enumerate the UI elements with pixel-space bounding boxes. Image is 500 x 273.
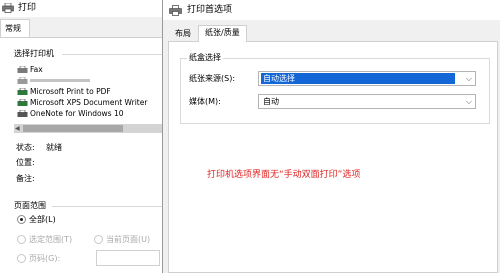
printer-icon xyxy=(169,5,182,16)
fax-printer-icon xyxy=(17,66,28,73)
tab-general[interactable]: 常规 xyxy=(0,19,30,38)
pages-input[interactable] xyxy=(96,250,160,266)
printer-name: Fax xyxy=(30,65,43,74)
printer-list[interactable]: Fax Microsoft Print to PDF Microsoft XPS… xyxy=(14,64,164,122)
printer-list-scrollbar[interactable]: ◀ xyxy=(14,124,164,133)
range-selection-label: 选定范围(T) xyxy=(29,235,73,244)
range-pages-radio[interactable] xyxy=(17,254,26,263)
paper-source-select[interactable]: 自动选择 ⌵ xyxy=(258,71,476,86)
location-label: 位置: xyxy=(16,158,35,167)
preferences-body: 布局 纸盒选择 纸张来源(S): 自动选择 ⌵ 媒体(M): 自动 ⌵ 打印机选… xyxy=(163,20,500,273)
range-all-radio[interactable] xyxy=(17,215,26,224)
printer-name: Microsoft Print to PDF xyxy=(30,87,111,96)
range-current-radio[interactable] xyxy=(94,235,103,244)
range-pages-label: 页码(G): xyxy=(29,254,61,263)
printer-icon xyxy=(17,88,28,95)
chevron-down-icon: ⌵ xyxy=(465,97,472,106)
range-all-label: 全部(L) xyxy=(29,215,56,224)
media-label: 媒体(M): xyxy=(189,97,221,106)
paper-quality-panel: 纸盒选择 纸张来源(S): 自动选择 ⌵ 媒体(M): 自动 ⌵ 打印机选项界面… xyxy=(168,41,498,273)
printer-item[interactable] xyxy=(14,75,164,86)
group-divider xyxy=(62,54,165,55)
print-titlebar: 打印 xyxy=(0,0,165,17)
print-window-title: 打印 xyxy=(18,3,37,13)
tab-layout[interactable]: 布局 xyxy=(169,27,197,42)
page-range-label: 页面范围 xyxy=(14,201,46,210)
paper-source-label: 纸张来源(S): xyxy=(189,74,236,83)
printer-icon xyxy=(2,3,14,13)
redacted-printer-name xyxy=(30,79,90,82)
printer-name: OneNote for Windows 10 xyxy=(30,109,124,118)
status-label: 状态: xyxy=(16,143,35,152)
tray-selection-group xyxy=(180,58,490,124)
tab-paper-quality[interactable]: 纸张/质量 xyxy=(198,25,247,42)
comment-label: 备注: xyxy=(16,174,35,183)
printer-item-onenote[interactable]: OneNote for Windows 10 xyxy=(14,108,164,119)
scrollbar-thumb[interactable] xyxy=(23,125,123,132)
group-divider xyxy=(52,206,165,207)
printer-icon xyxy=(17,77,28,84)
preferences-title: 打印首选项 xyxy=(187,5,233,15)
printer-icon xyxy=(17,110,28,117)
preferences-titlebar: 打印首选项 xyxy=(163,0,500,20)
tray-selection-label: 纸盒选择 xyxy=(187,52,223,63)
media-select[interactable]: 自动 ⌵ xyxy=(258,94,476,109)
printer-icon xyxy=(17,99,28,106)
print-window: 打印 常规 选择打印机 Fax Microsoft Print to PDF M… xyxy=(0,0,165,273)
scroll-left-icon[interactable]: ◀ xyxy=(15,124,20,133)
media-value: 自动 xyxy=(263,97,279,106)
range-current-label: 当前页面(U) xyxy=(106,235,151,244)
printer-item-xps[interactable]: Microsoft XPS Document Writer xyxy=(14,97,164,108)
printing-preferences-dialog: 打印首选项 布局 纸盒选择 纸张来源(S): 自动选择 ⌵ 媒体(M): 自动 … xyxy=(162,0,500,273)
printer-item-fax[interactable]: Fax xyxy=(14,64,164,75)
select-printer-label: 选择打印机 xyxy=(14,49,54,58)
printer-item-pdf[interactable]: Microsoft Print to PDF xyxy=(14,86,164,97)
status-value: 就绪 xyxy=(46,143,62,152)
annotation-note: 打印机选项界面无“手动双面打印”选项 xyxy=(207,170,361,180)
chevron-down-icon: ⌵ xyxy=(465,74,472,83)
paper-source-value: 自动选择 xyxy=(261,73,455,84)
range-selection-radio[interactable] xyxy=(17,235,26,244)
printer-name: Microsoft XPS Document Writer xyxy=(30,98,148,107)
